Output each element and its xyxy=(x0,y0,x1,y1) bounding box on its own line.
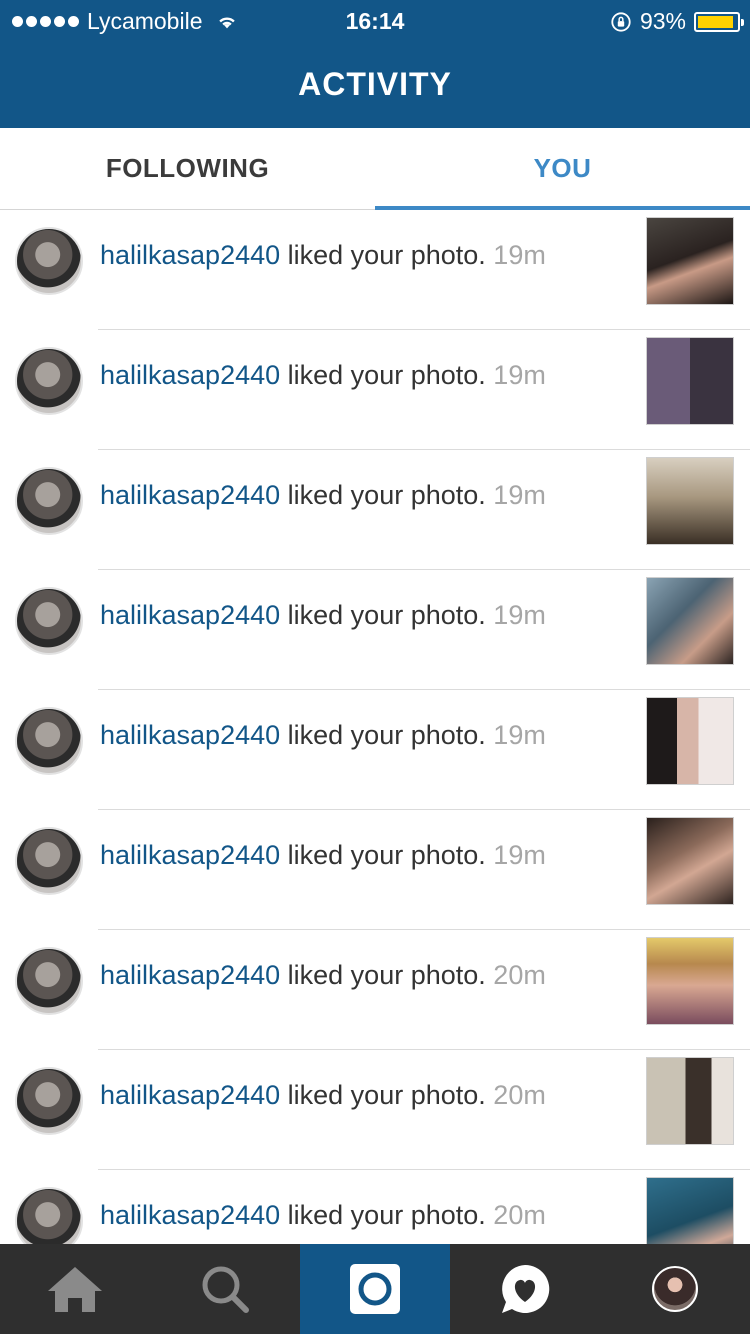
nav-camera-button[interactable] xyxy=(300,1244,450,1334)
tab-following[interactable]: FOLLOWING xyxy=(0,128,375,209)
activity-text: halilkasap2440 liked your photo. 19m xyxy=(100,240,546,271)
activity-action: liked your photo. xyxy=(287,360,486,390)
username-link[interactable]: halilkasap2440 xyxy=(100,720,280,750)
user-avatar[interactable] xyxy=(15,947,83,1015)
activity-row[interactable]: halilkasap2440 liked your photo. 19m xyxy=(0,330,750,450)
activity-time: 20m xyxy=(493,1080,546,1110)
nav-profile-button[interactable] xyxy=(600,1244,750,1334)
user-avatar[interactable] xyxy=(15,587,83,655)
user-avatar[interactable] xyxy=(15,827,83,895)
username-link[interactable]: halilkasap2440 xyxy=(100,960,280,990)
photo-thumbnail[interactable] xyxy=(646,577,734,665)
activity-text: halilkasap2440 liked your photo. 19m xyxy=(100,840,546,871)
status-right: 93% xyxy=(610,8,744,35)
activity-text: halilkasap2440 liked your photo. 19m xyxy=(100,720,546,751)
user-avatar[interactable] xyxy=(15,227,83,295)
photo-thumbnail[interactable] xyxy=(646,217,734,305)
search-icon xyxy=(202,1266,249,1313)
photo-thumbnail[interactable] xyxy=(646,337,734,425)
activity-heart-icon xyxy=(502,1264,550,1313)
activity-time: 20m xyxy=(493,960,546,990)
top-header: Lycamobile 16:14 93% ACTIVITY xyxy=(0,0,750,128)
photo-thumbnail[interactable] xyxy=(646,697,734,785)
activity-action: liked your photo. xyxy=(287,720,486,750)
activity-row[interactable]: halilkasap2440 liked your photo. 19m xyxy=(0,450,750,570)
battery-level-fill xyxy=(698,15,734,28)
profile-icon xyxy=(652,1266,698,1312)
photo-thumbnail[interactable] xyxy=(646,457,734,545)
activity-tabs: FOLLOWING YOU xyxy=(0,128,750,210)
user-avatar[interactable] xyxy=(15,1067,83,1135)
photo-thumbnail[interactable] xyxy=(646,1177,734,1244)
activity-time: 20m xyxy=(493,1200,546,1230)
user-avatar[interactable] xyxy=(15,467,83,535)
rotation-lock-icon xyxy=(611,11,631,32)
activity-text: halilkasap2440 liked your photo. 19m xyxy=(100,360,546,391)
battery-icon xyxy=(694,11,744,32)
activity-text: halilkasap2440 liked your photo. 19m xyxy=(100,600,546,631)
camera-icon xyxy=(350,1264,400,1314)
activity-row[interactable]: halilkasap2440 liked your photo. 20m xyxy=(0,1170,750,1244)
page-title: ACTIVITY xyxy=(298,66,452,102)
activity-action: liked your photo. xyxy=(287,480,486,510)
nav-search-button[interactable] xyxy=(150,1244,300,1334)
nav-home-button[interactable] xyxy=(0,1244,150,1334)
username-link[interactable]: halilkasap2440 xyxy=(100,360,280,390)
activity-row[interactable]: halilkasap2440 liked your photo. 19m xyxy=(0,570,750,690)
activity-text: halilkasap2440 liked your photo. 19m xyxy=(100,480,546,511)
activity-time: 19m xyxy=(493,720,546,750)
user-avatar[interactable] xyxy=(15,347,83,415)
activity-row[interactable]: halilkasap2440 liked your photo. 19m xyxy=(0,690,750,810)
activity-time: 19m xyxy=(493,600,546,630)
photo-thumbnail[interactable] xyxy=(646,817,734,905)
photo-thumbnail[interactable] xyxy=(646,937,734,1025)
activity-row[interactable]: halilkasap2440 liked your photo. 19m xyxy=(0,210,750,330)
activity-text: halilkasap2440 liked your photo. 20m xyxy=(100,960,546,991)
battery-percent: 93% xyxy=(639,8,686,34)
status-bar: Lycamobile 16:14 93% xyxy=(0,0,750,42)
activity-list: halilkasap2440 liked your photo. 19m hal… xyxy=(0,210,750,1244)
activity-text: halilkasap2440 liked your photo. 20m xyxy=(100,1080,546,1111)
tab-you[interactable]: YOU xyxy=(375,128,750,210)
activity-action: liked your photo. xyxy=(287,240,486,270)
username-link[interactable]: halilkasap2440 xyxy=(100,1080,280,1110)
username-link[interactable]: halilkasap2440 xyxy=(100,840,280,870)
activity-time: 19m xyxy=(493,840,546,870)
username-link[interactable]: halilkasap2440 xyxy=(100,1200,280,1230)
activity-time: 19m xyxy=(493,360,546,390)
activity-action: liked your photo. xyxy=(287,1080,486,1110)
user-avatar[interactable] xyxy=(15,1187,83,1244)
activity-action: liked your photo. xyxy=(287,960,486,990)
nav-activity-button[interactable] xyxy=(450,1244,600,1334)
activity-row[interactable]: halilkasap2440 liked your photo. 19m xyxy=(0,810,750,930)
home-icon xyxy=(48,1267,102,1312)
username-link[interactable]: halilkasap2440 xyxy=(100,600,280,630)
activity-action: liked your photo. xyxy=(287,1200,486,1230)
activity-time: 19m xyxy=(493,480,546,510)
user-avatar[interactable] xyxy=(15,707,83,775)
activity-row[interactable]: halilkasap2440 liked your photo. 20m xyxy=(0,930,750,1050)
activity-text: halilkasap2440 liked your photo. 20m xyxy=(100,1200,546,1231)
bottom-nav xyxy=(0,1244,750,1334)
username-link[interactable]: halilkasap2440 xyxy=(100,240,280,270)
activity-action: liked your photo. xyxy=(287,840,486,870)
photo-thumbnail[interactable] xyxy=(646,1057,734,1145)
username-link[interactable]: halilkasap2440 xyxy=(100,480,280,510)
activity-time: 19m xyxy=(493,240,546,270)
activity-action: liked your photo. xyxy=(287,600,486,630)
activity-row[interactable]: halilkasap2440 liked your photo. 20m xyxy=(0,1050,750,1170)
